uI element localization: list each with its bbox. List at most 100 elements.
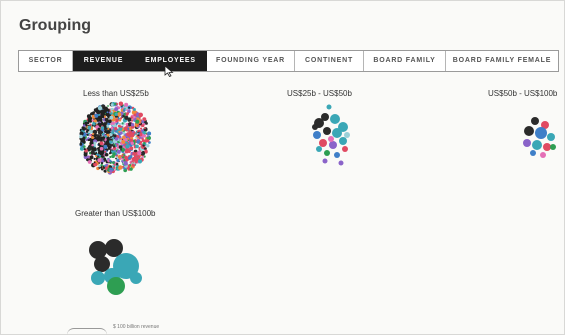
bubble bbox=[99, 118, 103, 122]
bubble bbox=[89, 241, 107, 259]
tab-continent[interactable]: CONTINENT bbox=[295, 51, 364, 71]
bubble bbox=[141, 155, 145, 158]
bubble bbox=[97, 130, 103, 135]
bubble bbox=[124, 102, 129, 107]
bubble bbox=[128, 106, 131, 109]
bubble bbox=[109, 159, 112, 162]
bubble bbox=[110, 147, 113, 150]
bubble bbox=[344, 132, 350, 138]
bubble bbox=[121, 160, 124, 163]
bubble bbox=[113, 169, 116, 172]
bubble bbox=[121, 122, 124, 125]
panel-heading: Grouping bbox=[19, 17, 91, 34]
bubble bbox=[118, 101, 124, 106]
bubble bbox=[99, 146, 104, 151]
bubble bbox=[338, 160, 344, 166]
bubble bbox=[92, 111, 95, 115]
group-label-greater-than-100b: Greater than US$100b bbox=[75, 209, 156, 218]
bubble bbox=[91, 136, 94, 139]
bubble bbox=[118, 145, 123, 149]
bubble bbox=[100, 163, 103, 167]
bubble bbox=[139, 133, 143, 137]
bubble bbox=[99, 152, 103, 156]
tab-board-family-female[interactable]: BOARD FAMILY FEMALE bbox=[446, 51, 558, 71]
bubble bbox=[100, 112, 105, 118]
bubble bbox=[103, 134, 106, 137]
bubble bbox=[105, 113, 108, 116]
bubble bbox=[104, 153, 109, 157]
tab-board-family[interactable]: BOARD FAMILY bbox=[364, 51, 446, 71]
bubble bbox=[342, 146, 348, 152]
bubble-cluster-greater-than-100b bbox=[89, 239, 142, 295]
bubble bbox=[111, 130, 115, 134]
bubble bbox=[130, 116, 133, 119]
bubble bbox=[109, 167, 113, 171]
tab-sector[interactable]: SECTOR bbox=[19, 51, 73, 71]
bubble bbox=[339, 137, 347, 145]
bubble bbox=[130, 123, 135, 127]
bubble bbox=[316, 146, 322, 152]
bubble bbox=[97, 136, 100, 140]
bubble bbox=[107, 105, 109, 107]
bubble bbox=[312, 124, 318, 130]
bubble bbox=[79, 142, 83, 146]
bubble bbox=[118, 119, 122, 122]
bubble bbox=[132, 130, 134, 133]
bubble bbox=[133, 113, 137, 117]
bubble bbox=[121, 154, 124, 157]
bubble bbox=[81, 126, 84, 129]
bubble bbox=[100, 126, 105, 130]
bubble bbox=[143, 141, 146, 145]
tab-founding-year[interactable]: FOUNDING YEAR bbox=[207, 51, 295, 71]
bubble bbox=[137, 159, 143, 164]
bubble bbox=[93, 108, 98, 112]
bubble bbox=[138, 112, 143, 118]
bubble bbox=[110, 103, 114, 107]
bubble bbox=[128, 156, 131, 160]
bubble bbox=[123, 107, 126, 110]
bubble bbox=[144, 149, 148, 153]
bubble bbox=[100, 155, 104, 158]
bubble bbox=[104, 150, 107, 153]
bubble bbox=[93, 162, 98, 167]
tab-revenue[interactable]: REVENUE bbox=[73, 51, 135, 71]
bubble bbox=[110, 126, 114, 130]
bubble bbox=[130, 141, 134, 145]
bubble bbox=[129, 146, 134, 151]
bubble bbox=[321, 113, 329, 121]
bubble bbox=[95, 152, 98, 154]
group-label-less-than-25b: Less than US$25b bbox=[83, 89, 149, 98]
bubble bbox=[135, 136, 138, 139]
bubble bbox=[126, 109, 129, 112]
bubble bbox=[114, 107, 119, 112]
bubble bbox=[133, 162, 136, 165]
bubble bbox=[83, 152, 88, 157]
bubble bbox=[99, 141, 104, 145]
bubble bbox=[119, 139, 122, 143]
bubble bbox=[102, 138, 105, 141]
bubble bbox=[141, 124, 145, 128]
bubble bbox=[87, 160, 92, 164]
bubble bbox=[115, 118, 119, 123]
bubble bbox=[135, 119, 140, 124]
bubble bbox=[116, 143, 119, 146]
bubble bbox=[114, 112, 118, 116]
bubble-cluster-less-than-25b bbox=[79, 101, 152, 175]
bubble bbox=[141, 139, 145, 143]
bubble bbox=[87, 116, 93, 121]
bubble bbox=[89, 123, 92, 126]
bubble bbox=[531, 117, 539, 125]
bubble bbox=[93, 134, 96, 137]
bubble bbox=[91, 144, 94, 147]
bubble bbox=[114, 102, 117, 106]
bubble bbox=[118, 165, 123, 170]
group-label-25b-50b: US$25b - US$50b bbox=[287, 89, 352, 98]
bubble bbox=[105, 239, 123, 257]
bubble bbox=[106, 136, 110, 140]
bubble bbox=[112, 145, 116, 148]
bubble bbox=[547, 133, 555, 141]
bubble bbox=[116, 158, 120, 162]
group-label-50b-100b: US$50b - US$100b bbox=[488, 89, 558, 98]
bubble bbox=[323, 127, 331, 135]
bubble bbox=[142, 144, 145, 147]
